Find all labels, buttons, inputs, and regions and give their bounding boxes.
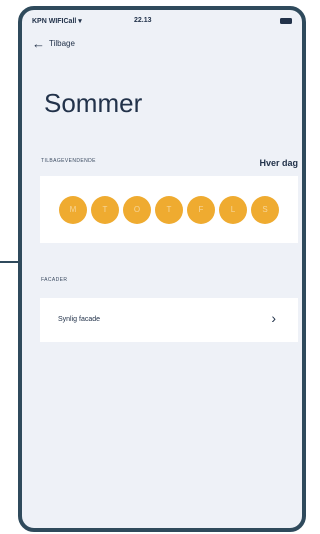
chevron-right-icon: › [271, 310, 276, 326]
status-carrier: KPN WIFICall ▾ [32, 17, 82, 25]
back-arrow-icon: ← [32, 35, 45, 51]
back-label: Tilbage [49, 38, 75, 48]
facades-section-label: FACADER [41, 277, 68, 283]
day-tuesday[interactable]: T [91, 195, 119, 224]
status-time: 22.13 [134, 17, 152, 24]
wifi-icon: ▾ [78, 18, 82, 25]
facade-label: Synlig facade [58, 316, 101, 323]
facade-list-item[interactable]: Synlig facade › [40, 298, 298, 342]
phone-frame: KPN WIFICall ▾ 22.13 ← Tilbage Sommer TI… [18, 6, 306, 532]
day-saturday[interactable]: L [219, 195, 247, 224]
battery-icon [280, 18, 292, 24]
back-button[interactable]: ← Tilbage [32, 34, 75, 52]
day-friday[interactable]: F [187, 195, 215, 224]
days-card: M T O T F L S [40, 176, 298, 243]
day-monday[interactable]: M [59, 195, 87, 224]
status-bar: KPN WIFICall ▾ 22.13 [22, 10, 302, 30]
schedule-section-label: TILBAGEVENDENDE [41, 158, 96, 164]
page-title: Sommer [44, 88, 143, 118]
day-sunday[interactable]: S [251, 195, 279, 224]
day-wednesday[interactable]: O [123, 195, 151, 224]
carrier-label: KPN WIFICall [32, 18, 77, 25]
repeat-value[interactable]: Hver dag [259, 158, 298, 168]
pointer-line [0, 261, 20, 263]
day-thursday[interactable]: T [155, 195, 183, 224]
